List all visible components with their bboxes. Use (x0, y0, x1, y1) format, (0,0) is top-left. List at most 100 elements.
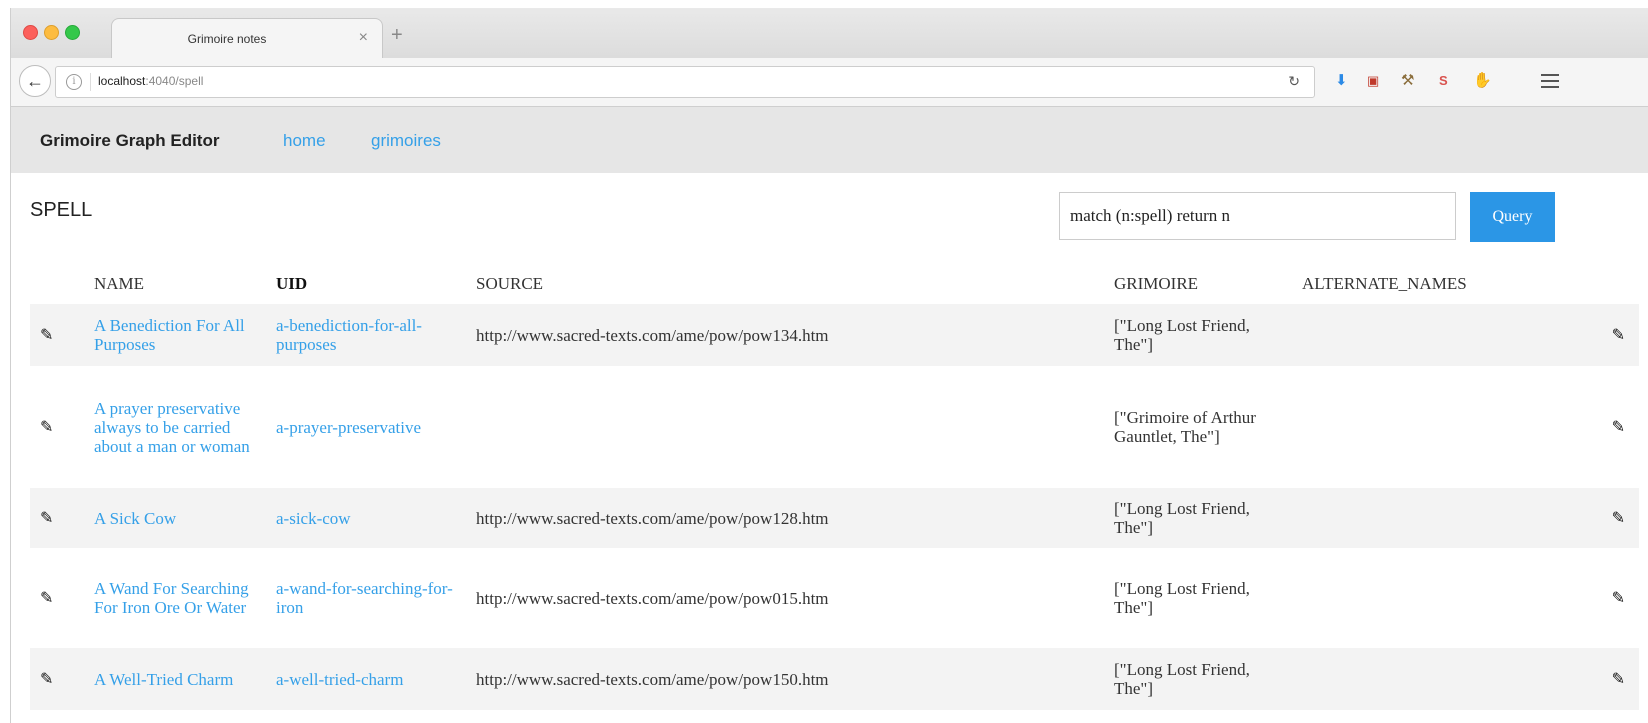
column-header-grimoire[interactable]: GRIMOIRE (1106, 264, 1294, 304)
table-row: ✎ A Benediction For All Purposes a-bened… (30, 304, 1639, 366)
alternate-names-cell (1294, 366, 1510, 488)
name-cell: A prayer preservative always to be carri… (86, 366, 268, 488)
uid-cell: a-well-tried-charm (268, 648, 468, 710)
spell-name-link[interactable]: A prayer preservative always to be carri… (94, 399, 250, 456)
table-row: ✎ A Sick Cow a-sick-cow http://www.sacre… (30, 488, 1639, 548)
url-divider (90, 73, 91, 91)
pencil-icon[interactable]: ✎ (40, 327, 53, 344)
column-header-source[interactable]: SOURCE (468, 264, 1106, 304)
pencil-icon[interactable]: ✎ (40, 419, 53, 436)
alternate-names-cell (1294, 648, 1510, 710)
new-tab-button[interactable]: + (391, 24, 403, 47)
spell-name-link[interactable]: A Well-Tried Charm (94, 670, 233, 689)
pencil-icon[interactable]: ✎ (40, 671, 53, 688)
alternate-names-cell (1294, 488, 1510, 548)
browser-tab[interactable]: Grimoire notes × (111, 18, 383, 59)
name-cell: A Wand For Searching For Iron Ore Or Wat… (86, 548, 268, 648)
source-cell: http://www.sacred-texts.com/ame/pow/pow1… (476, 325, 829, 345)
column-header-alternate-names[interactable]: ALTERNATE_NAMES (1294, 264, 1510, 304)
source-cell: http://www.sacred-texts.com/ame/pow/pow1… (476, 669, 829, 689)
spell-uid-link[interactable]: a-benediction-for-all-purposes (276, 316, 422, 354)
url-text[interactable]: localhost:4040/spell (98, 74, 203, 88)
app-header: Grimoire Graph Editor home grimoires (11, 107, 1648, 173)
edit-cell-right: ✎ (1510, 304, 1639, 366)
pencil-icon[interactable]: ✎ (1612, 327, 1625, 344)
pencil-icon[interactable]: ✎ (40, 510, 53, 527)
extension-tools-icon[interactable]: ⚒ (1401, 72, 1414, 90)
tab-bar: Grimoire notes × + (11, 8, 1648, 59)
nav-grimoires-link[interactable]: grimoires (371, 131, 441, 151)
tab-close-icon[interactable]: × (359, 29, 368, 47)
query-input[interactable] (1059, 192, 1456, 240)
edit-cell-right: ✎ (1510, 366, 1639, 488)
close-window-button[interactable] (23, 25, 38, 40)
spell-uid-link[interactable]: a-prayer-preservative (276, 418, 421, 437)
hamburger-menu-icon[interactable] (1541, 70, 1559, 92)
name-cell: A Sick Cow (86, 488, 268, 548)
pencil-icon[interactable]: ✎ (1612, 510, 1625, 527)
pencil-icon[interactable]: ✎ (1612, 671, 1625, 688)
spell-table: NAME UID SOURCE GRIMOIRE ALTERNATE_NAMES… (30, 264, 1639, 710)
source-cell (468, 366, 1106, 488)
source-cell: http://www.sacred-texts.com/ame/pow/pow0… (476, 588, 829, 608)
info-icon[interactable]: i (66, 74, 82, 90)
spell-name-link[interactable]: A Sick Cow (94, 509, 176, 528)
page-title: SPELL (30, 199, 93, 221)
table-header-row: NAME UID SOURCE GRIMOIRE ALTERNATE_NAMES (30, 264, 1639, 304)
grimoire-cell: ["Long Lost Friend, The"] (1114, 316, 1250, 354)
edit-cell: ✎ (30, 648, 86, 710)
alternate-names-cell (1294, 548, 1510, 648)
column-header-uid[interactable]: UID (268, 264, 468, 304)
grimoire-cell: ["Grimoire of Arthur Gauntlet, The"] (1114, 408, 1256, 446)
edit-cell-right: ✎ (1510, 648, 1639, 710)
uid-cell: a-prayer-preservative (268, 366, 468, 488)
tab-title: Grimoire notes (187, 32, 267, 46)
maximize-window-button[interactable] (65, 25, 80, 40)
uid-cell: a-benediction-for-all-purposes (268, 304, 468, 366)
extension-s-icon[interactable]: S (1439, 72, 1448, 90)
extension-hand-icon[interactable]: ✋ (1473, 72, 1492, 90)
edit-cell: ✎ (30, 304, 86, 366)
edit-cell: ✎ (30, 366, 86, 488)
name-cell: A Benediction For All Purposes (86, 304, 268, 366)
url-path: :4040/spell (145, 74, 204, 88)
app-brand[interactable]: Grimoire Graph Editor (40, 131, 219, 151)
spell-name-link[interactable]: A Wand For Searching For Iron Ore Or Wat… (94, 579, 249, 617)
table-row: ✎ A prayer preservative always to be car… (30, 366, 1639, 488)
pencil-icon[interactable]: ✎ (1612, 590, 1625, 607)
source-cell: http://www.sacred-texts.com/ame/pow/pow1… (476, 508, 829, 528)
edit-cell-right: ✎ (1510, 548, 1639, 648)
spell-uid-link[interactable]: a-sick-cow (276, 509, 351, 528)
extension-box-icon[interactable]: ▣ (1367, 72, 1379, 90)
column-header-name[interactable]: NAME (86, 264, 268, 304)
grimoire-cell: ["Long Lost Friend, The"] (1114, 660, 1250, 698)
url-host: localhost (98, 74, 146, 88)
grimoire-cell: ["Long Lost Friend, The"] (1114, 579, 1250, 617)
download-icon[interactable]: ⬇ (1335, 72, 1348, 90)
pencil-icon[interactable]: ✎ (1612, 419, 1625, 436)
edit-column-header (30, 264, 86, 304)
edit-cell: ✎ (30, 548, 86, 648)
minimize-window-button[interactable] (44, 25, 59, 40)
browser-window: Grimoire notes × + ← i localhost:4040/sp… (10, 8, 1648, 723)
nav-home-link[interactable]: home (283, 131, 326, 151)
spell-uid-link[interactable]: a-well-tried-charm (276, 670, 403, 689)
edit-column-header-right (1510, 264, 1639, 304)
query-button[interactable]: Query (1470, 192, 1555, 242)
grimoire-cell: ["Long Lost Friend, The"] (1114, 499, 1250, 537)
pencil-icon[interactable]: ✎ (40, 590, 53, 607)
name-cell: A Well-Tried Charm (86, 648, 268, 710)
reload-icon[interactable]: ↻ (1288, 73, 1300, 90)
back-arrow-icon[interactable]: ← (19, 65, 51, 97)
table-row: ✎ A Well-Tried Charm a-well-tried-charm … (30, 648, 1639, 710)
address-bar[interactable]: i localhost:4040/spell ↻ (55, 66, 1315, 98)
edit-cell-right: ✎ (1510, 488, 1639, 548)
spell-uid-link[interactable]: a-wand-for-searching-for-iron (276, 579, 453, 617)
alternate-names-cell (1294, 304, 1510, 366)
edit-cell: ✎ (30, 488, 86, 548)
uid-cell: a-sick-cow (268, 488, 468, 548)
uid-cell: a-wand-for-searching-for-iron (268, 548, 468, 648)
table-row: ✎ A Wand For Searching For Iron Ore Or W… (30, 548, 1639, 648)
navigation-bar: ← i localhost:4040/spell ↻ ⬇ ▣ ⚒ S ✋ (11, 58, 1648, 107)
spell-name-link[interactable]: A Benediction For All Purposes (94, 316, 245, 354)
